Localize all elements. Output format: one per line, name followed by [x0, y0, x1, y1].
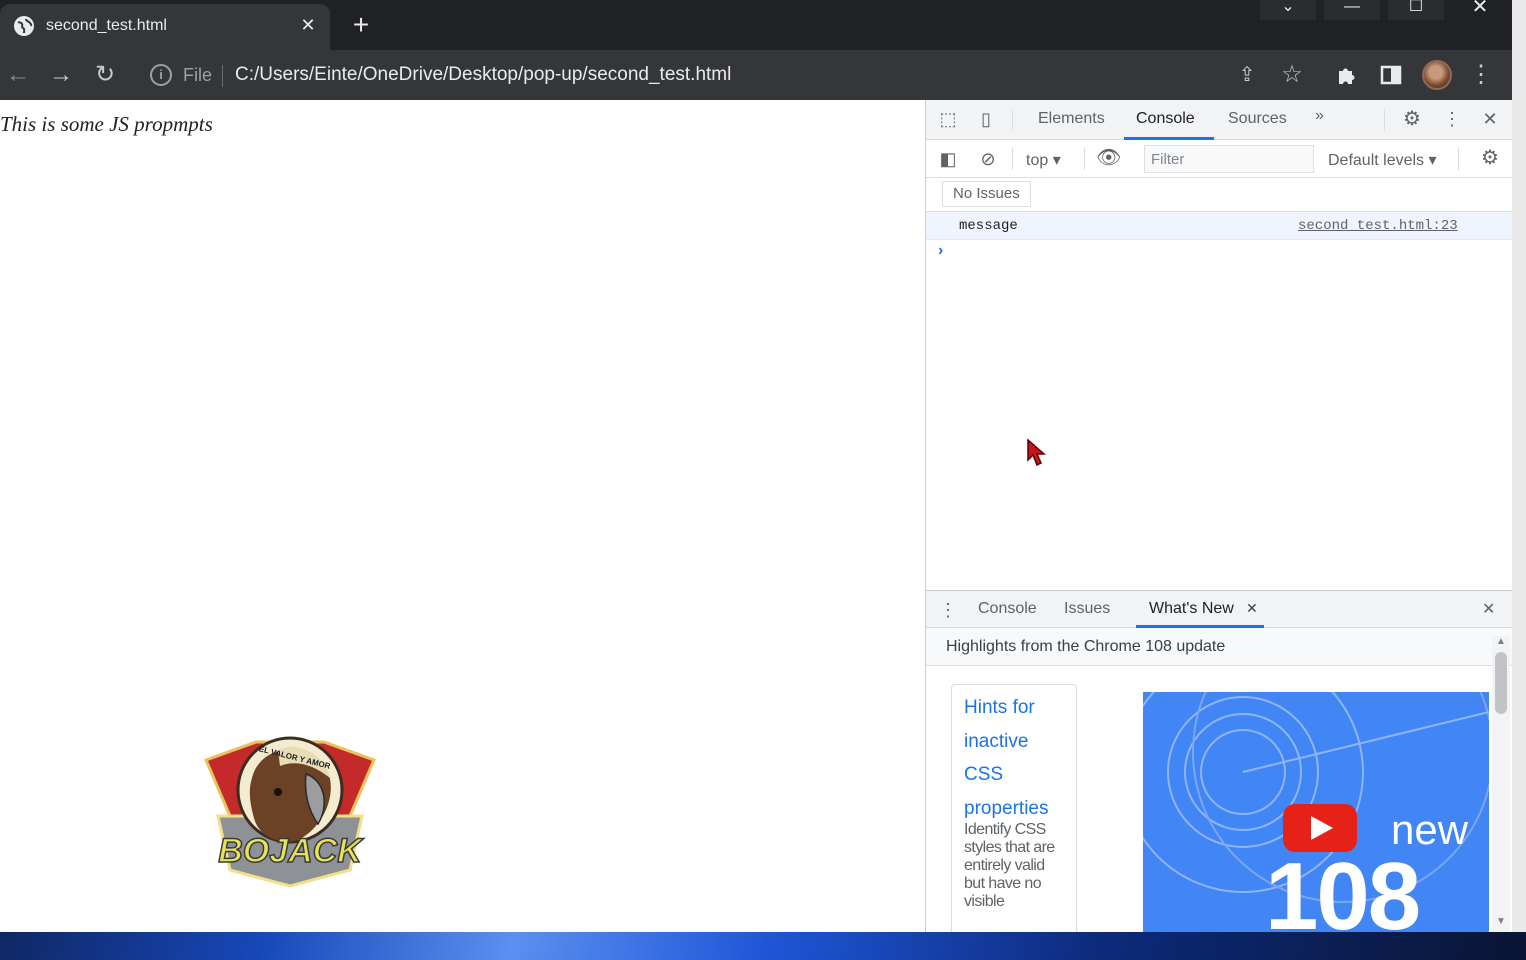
minimize-button[interactable]: —: [1324, 0, 1380, 20]
log-levels-dropdown[interactable]: Default levels ▾: [1328, 150, 1437, 170]
devtools-tab-bar: ⬚ ▯ Elements Console Sources » ⚙ ⋮ ✕: [926, 100, 1512, 140]
info-icon[interactable]: i: [150, 64, 172, 86]
devtools-menu-icon[interactable]: ⋮: [1440, 108, 1464, 130]
browser-toolbar: ← → ↻ i File C:/Users/Einte/OneDrive/Des…: [0, 50, 1512, 100]
tab-search-icon[interactable]: ⌄: [1260, 0, 1316, 20]
show-sidebar-icon[interactable]: ◧: [936, 148, 960, 170]
levels-label: Default levels: [1328, 152, 1425, 169]
desktop-background: second_test.html ✕ + ⌄ — ☐ ✕ ← → ↻ i Fil…: [0, 0, 1526, 960]
filter-placeholder: Filter: [1151, 151, 1185, 168]
mouse-cursor-icon: [1027, 438, 1046, 467]
eye-icon[interactable]: 👁: [1096, 147, 1121, 169]
url-text[interactable]: C:/Users/Einte/OneDrive/Desktop/pop-up/s…: [235, 64, 731, 86]
profile-avatar[interactable]: [1422, 60, 1452, 90]
drawer-tab-issues[interactable]: Issues: [1064, 600, 1110, 618]
log-source-link[interactable]: second_test.html:23: [1298, 218, 1458, 234]
divider: [1384, 109, 1385, 131]
issues-bar: No Issues: [926, 178, 1512, 212]
whats-new-content: Hints for inactive CSS properties Identi…: [926, 666, 1512, 932]
reload-icon[interactable]: ↻: [92, 62, 118, 88]
close-devtools-icon[interactable]: ✕: [1478, 108, 1502, 130]
feature-card[interactable]: Hints for inactive CSS properties Identi…: [951, 684, 1077, 932]
banner-version-text: 108: [1265, 843, 1421, 932]
console-log-row: message second_test.html:23: [926, 212, 1512, 240]
context-selector[interactable]: top ▾: [1026, 150, 1061, 170]
drawer-tab-whats-new[interactable]: What's New: [1149, 600, 1234, 618]
feature-card-title[interactable]: Hints for inactive CSS properties: [964, 691, 1068, 825]
release-video-banner[interactable]: new 108: [1143, 692, 1489, 932]
console-settings-gear-icon[interactable]: ⚙: [1478, 147, 1502, 169]
bookmark-star-icon[interactable]: ☆: [1279, 62, 1305, 88]
no-issues-button[interactable]: No Issues: [942, 181, 1031, 207]
share-icon[interactable]: ⇪: [1234, 62, 1260, 88]
divider: [222, 65, 223, 87]
tab-strip: second_test.html ✕ + ⌄ — ☐ ✕: [0, 0, 1512, 50]
side-panel-icon[interactable]: [1378, 62, 1404, 88]
tab-title: second_test.html: [46, 17, 167, 34]
web-page-content: This is some JS propmpts BOJACK EL VALOR…: [0, 100, 925, 932]
scroll-down-arrow-icon[interactable]: ▼: [1494, 916, 1508, 927]
console-toolbar: ◧ ⊘ top ▾ 👁 Filter Default levels ▾ ⚙: [926, 140, 1512, 178]
window-edge: [1512, 0, 1526, 932]
forward-arrow-icon[interactable]: →: [48, 62, 74, 88]
devtools-panel: ⬚ ▯ Elements Console Sources » ⚙ ⋮ ✕ ◧ ⊘…: [925, 100, 1512, 932]
context-value: top: [1026, 152, 1049, 169]
window-close-button[interactable]: ✕: [1452, 0, 1508, 20]
more-tabs-icon[interactable]: »: [1315, 107, 1324, 125]
settings-gear-icon[interactable]: ⚙: [1400, 108, 1424, 130]
filter-input[interactable]: Filter: [1144, 145, 1314, 173]
scroll-up-arrow-icon[interactable]: ▲: [1494, 636, 1508, 647]
scroll-thumb[interactable]: [1495, 652, 1507, 714]
menu-kebab-icon[interactable]: ⋮: [1468, 62, 1494, 88]
tab-console[interactable]: Console: [1136, 110, 1195, 128]
divider: [1084, 148, 1085, 170]
tab-close-icon[interactable]: ✕: [296, 13, 320, 37]
svg-text:BOJACK: BOJACK: [218, 832, 364, 870]
extensions-puzzle-icon[interactable]: [1334, 62, 1360, 88]
tab-elements[interactable]: Elements: [1038, 110, 1105, 128]
maximize-button[interactable]: ☐: [1388, 0, 1444, 20]
log-message: message: [959, 218, 1018, 234]
page-text: This is some JS propmpts: [0, 112, 213, 136]
inspect-element-icon[interactable]: ⬚: [936, 108, 960, 130]
device-toolbar-icon[interactable]: ▯: [974, 108, 998, 130]
scheme-label: File: [183, 65, 213, 85]
drawer-tab-console[interactable]: Console: [978, 600, 1037, 618]
whats-new-scrollbar[interactable]: ▲ ▼: [1492, 636, 1510, 932]
address-bar[interactable]: i File C:/Users/Einte/OneDrive/Desktop/p…: [140, 57, 1320, 93]
clear-console-icon[interactable]: ⊘: [976, 148, 1000, 170]
divider: [1012, 148, 1013, 170]
whats-new-header: Highlights from the Chrome 108 update: [926, 628, 1512, 666]
close-drawer-icon[interactable]: ✕: [1482, 599, 1495, 619]
whats-new-heading: Highlights from the Chrome 108 update: [946, 638, 1226, 655]
divider: [1012, 109, 1013, 131]
bojack-logo-image: BOJACK EL VALOR Y AMOR: [203, 736, 377, 888]
browser-window: second_test.html ✕ + ⌄ — ☐ ✕ ← → ↻ i Fil…: [0, 0, 1512, 932]
console-prompt-chevron-icon[interactable]: ›: [938, 242, 943, 260]
globe-icon: [14, 16, 34, 36]
tab-sources[interactable]: Sources: [1228, 110, 1287, 128]
back-arrow-icon[interactable]: ←: [5, 62, 31, 88]
drawer-menu-icon[interactable]: ⋮: [936, 599, 960, 621]
drawer-tab-bar: ⋮ Console Issues What's New ✕ ✕: [926, 590, 1512, 628]
feature-card-description: Identify CSS styles that are entirely va…: [964, 821, 1055, 910]
close-tab-icon[interactable]: ✕: [1246, 600, 1258, 617]
browser-tab[interactable]: second_test.html ✕: [0, 4, 330, 50]
divider: [1458, 148, 1459, 170]
new-tab-button[interactable]: +: [346, 10, 376, 40]
